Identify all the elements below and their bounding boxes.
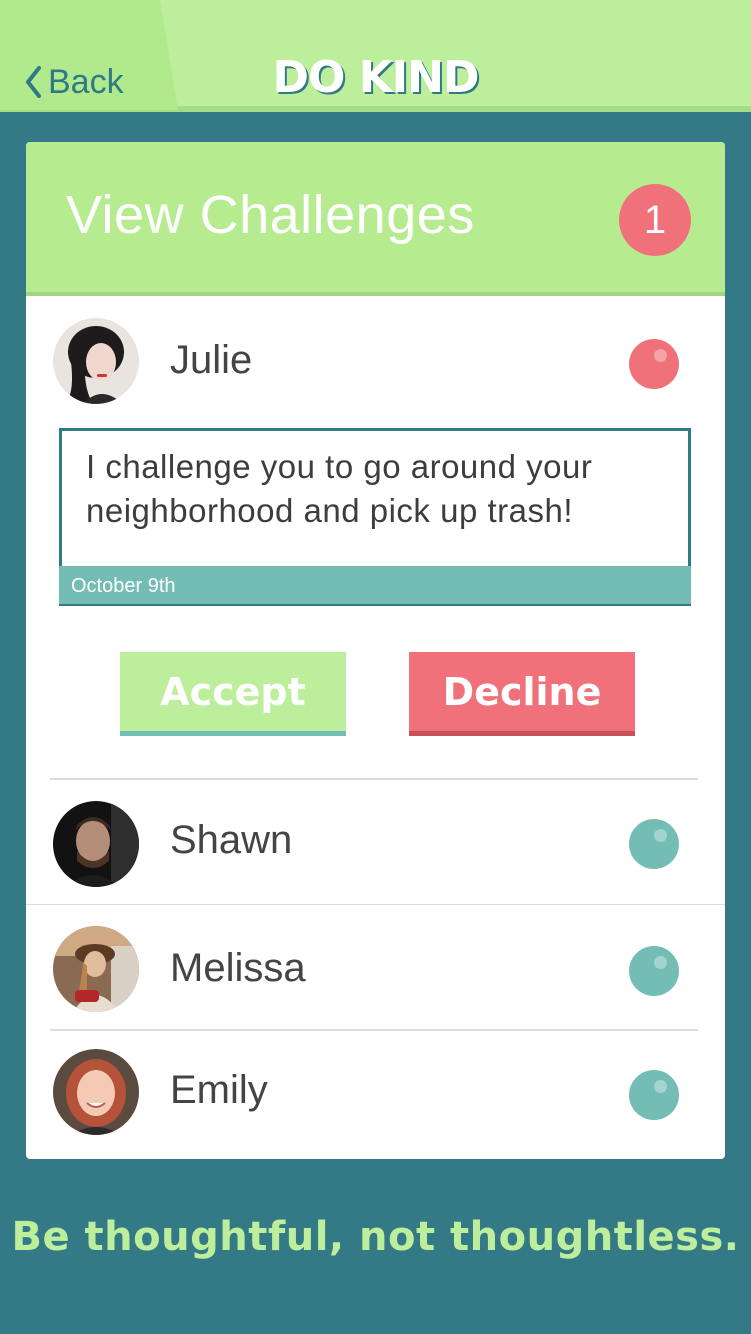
challenge-row-shawn[interactable]: Shawn: [26, 794, 725, 894]
tagline: Be thoughtful, not thoughtless.: [11, 1214, 740, 1260]
challenger-name: Julie: [170, 338, 253, 382]
challenge-message: I challenge you to go around your neighb…: [86, 448, 593, 529]
accept-button[interactable]: Accept: [120, 652, 346, 736]
challenger-name: Melissa: [170, 946, 306, 990]
decline-button[interactable]: Decline: [409, 652, 635, 736]
status-indicator: [629, 819, 679, 869]
divider: [50, 1029, 698, 1031]
challenges-card: View Challenges 1 Julie I challenge you …: [26, 142, 725, 1159]
notification-badge: 1: [619, 184, 691, 256]
challenger-name: Emily: [170, 1068, 268, 1112]
divider: [26, 904, 725, 905]
page-title: View Challenges: [66, 185, 475, 245]
avatar-melissa: [53, 926, 139, 1012]
challenge-row-melissa[interactable]: Melissa: [26, 918, 725, 1018]
status-indicator: [629, 1070, 679, 1120]
divider: [50, 778, 698, 780]
status-indicator-unread: [629, 339, 679, 389]
avatar-emily: [53, 1049, 139, 1135]
app-logo: DO KIND: [272, 52, 479, 103]
top-bar: Back DO KIND: [0, 0, 751, 112]
challenge-row-julie[interactable]: Julie: [26, 314, 725, 414]
avatar-shawn: [53, 801, 139, 887]
status-indicator: [629, 946, 679, 996]
challenge-row-emily[interactable]: Emily: [26, 1042, 725, 1142]
avatar-julie: [53, 318, 139, 404]
card-header: View Challenges 1: [26, 142, 725, 296]
challenge-date: October 9th: [59, 566, 691, 604]
challenger-name: Shawn: [170, 818, 293, 862]
